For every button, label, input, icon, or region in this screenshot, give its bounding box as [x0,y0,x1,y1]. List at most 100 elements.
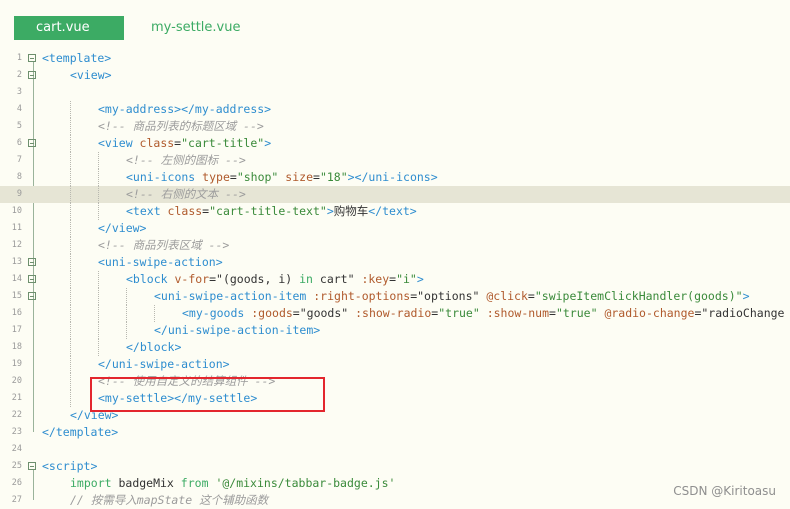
code-text: <uni-swipe-action-item :right-options="o… [154,288,750,305]
code-token: "cart-title" [181,136,265,150]
code-line: 3 [0,84,790,101]
code-token: '@/mixins/tabbar-badge.js' [215,476,396,490]
indent-guide [70,152,71,169]
code-text: // 按需导入mapState 这个辅助函数 [70,492,268,509]
code-token: "true" [438,306,480,320]
code-token: </uni-swipe-action> [98,357,230,371]
code-token: <uni-swipe-action-item [154,289,314,303]
code-text: import badgeMix from '@/mixins/tabbar-ba… [70,475,395,492]
code-text: </uni-swipe-action-item> [154,322,320,339]
code-token: ></uni-icons> [347,170,438,184]
code-token: <block [126,272,175,286]
line-number: 22 [11,410,22,420]
code-line: 7 <!-- 左侧的图标 --> [0,152,790,169]
code-line: 5 <!-- 商品列表的标题区域 --> [0,118,790,135]
line-number: 9 [16,189,22,199]
code-text: <my-address></my-address> [98,101,271,118]
code-token: > [742,289,750,303]
code-token: class [167,204,203,218]
code-token: in [299,272,313,286]
line-number: 10 [11,206,22,216]
tab-cart-vue[interactable]: cart.vue [14,16,124,40]
line-number: 1 [16,53,22,63]
line-number: 19 [11,359,22,369]
code-text: <!-- 商品列表的标题区域 --> [98,118,264,135]
indent-guide [126,305,127,322]
code-line: 25 <script> [0,458,790,475]
fold-toggle-icon[interactable] [28,275,36,283]
code-line: 16 <my-goods :goods="goods" :show-radio="… [0,305,790,322]
code-text: <template> [42,50,111,67]
code-line: 12 <!-- 商品列表区域 --> [0,237,790,254]
indent-guide [70,322,71,339]
line-number: 12 [11,240,22,250]
code-token: @radio-change [604,306,695,320]
line-number: 14 [11,274,22,284]
code-line: 1 <template> [0,50,790,67]
code-token: :show-radio [355,306,432,320]
code-line: 19 </uni-swipe-action> [0,356,790,373]
code-token: ="goods" [292,306,356,320]
code-token: <uni-icons [126,170,203,184]
code-line: 15 <uni-swipe-action-item :right-options=… [0,288,790,305]
code-editor[interactable]: 1 <template> 2 <view> 3 4 <my-address></my-add… [0,50,790,509]
indent-guide [98,305,99,322]
code-token: ="(goods, i) [209,272,300,286]
fold-toggle-icon[interactable] [28,258,36,266]
line-number: 7 [16,155,22,165]
code-text: <text class="cart-title-text">购物车</text> [126,203,417,220]
line-number: 20 [11,376,22,386]
code-token: 购物车 [333,204,369,218]
line-number: 5 [16,121,22,131]
editor-tab-bar: cart.vue my-settle.vue [0,0,790,46]
code-token: "swipeItemClickHandler(goods)" [534,289,743,303]
code-line: 13 <uni-swipe-action> [0,254,790,271]
indent-guide [70,237,71,254]
tab-my-settle-vue[interactable]: my-settle.vue [151,16,240,40]
indent-guide [98,339,99,356]
indent-guide [70,254,71,271]
code-line: 24 [0,441,790,458]
code-token: <my-goods [182,306,252,320]
line-number: 26 [11,478,22,488]
line-number: 16 [11,308,22,318]
code-token: <uni-swipe-action> [98,255,223,269]
code-token: "18" [319,170,348,184]
line-number: 6 [16,138,22,148]
code-text: </template> [42,424,118,441]
fold-toggle-icon[interactable] [28,462,36,470]
code-line: 4 <my-address></my-address> [0,101,790,118]
fold-toggle-icon[interactable] [28,71,36,79]
indent-guide [70,373,71,390]
code-text: <block v-for="(goods, i) in cart" :key="… [126,271,424,288]
fold-toggle-icon[interactable] [28,139,36,147]
fold-toggle-icon[interactable] [28,54,36,62]
code-line: 14 <block v-for="(goods, i) in cart" :key… [0,271,790,288]
indent-guide [70,135,71,152]
code-line: 23 </template> [0,424,790,441]
code-text: <!-- 商品列表区域 --> [98,237,229,254]
line-number: 2 [16,70,22,80]
indent-guide [154,305,155,322]
code-text: <view> [70,67,112,84]
code-line: 2 <view> [0,67,790,84]
code-token: <text [126,204,168,218]
line-number: 21 [11,393,22,403]
indent-guide [98,288,99,305]
code-line: 6 <view class="cart-title"> [0,135,790,152]
code-token: </view> [98,221,147,235]
code-token: <my-address></my-address> [98,102,272,116]
code-line: 18 </block> [0,339,790,356]
code-token: // 按需导入mapState 这个辅助函数 [70,493,269,507]
code-token: = [229,170,237,184]
code-token: = [549,306,556,320]
indent-guide [70,118,71,135]
code-token: ="options" [410,289,487,303]
line-number: 23 [11,427,22,437]
fold-toggle-icon[interactable] [28,292,36,300]
code-token: </text> [368,204,417,218]
code-token: class [139,136,175,150]
code-token: > [264,136,272,150]
code-token: <view> [70,68,112,82]
